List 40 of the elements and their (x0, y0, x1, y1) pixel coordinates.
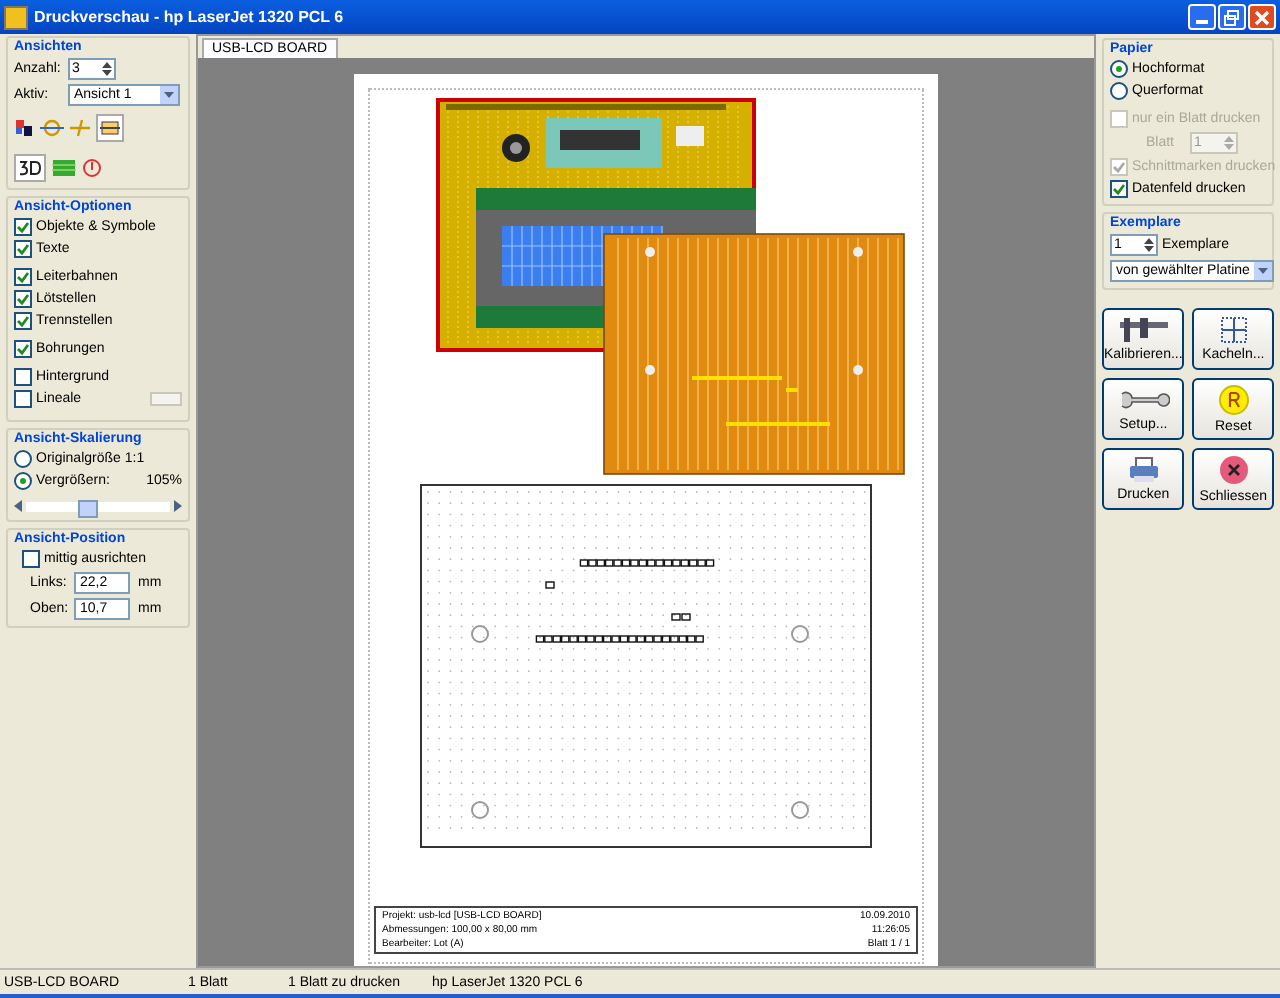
arrow-right-icon[interactable] (172, 500, 182, 512)
layers-icon[interactable] (14, 118, 34, 138)
radio-button[interactable] (1110, 60, 1128, 78)
printer-icon (1127, 456, 1160, 484)
window-title: Druckverschau - hp LaserJet 1320 PCL 6 (34, 8, 346, 26)
tiles-icon (1219, 316, 1248, 344)
board-icon[interactable] (96, 114, 124, 142)
radio-button[interactable] (14, 450, 32, 468)
checkbox[interactable] (14, 240, 32, 258)
spin-arrows-icon[interactable] (102, 62, 112, 76)
dropdown-arrow-icon[interactable] (160, 86, 178, 104)
restore-button[interactable] (1218, 4, 1246, 30)
component-icon[interactable] (40, 118, 64, 138)
checkbox[interactable] (22, 550, 40, 568)
checkbox[interactable] (14, 368, 32, 386)
app-icon (4, 5, 28, 29)
radio-button[interactable] (14, 472, 32, 490)
checkbox[interactable] (14, 218, 32, 236)
wrench-icon (1117, 386, 1170, 414)
zoom-slider[interactable] (14, 498, 182, 514)
checkbox[interactable] (14, 312, 32, 330)
checkbox[interactable] (1110, 180, 1128, 198)
checkbox[interactable] (14, 390, 32, 408)
reset-icon (1217, 384, 1250, 416)
checkbox[interactable] (14, 290, 32, 308)
drill-hole-icon[interactable] (82, 158, 102, 178)
radio-button[interactable] (1110, 82, 1128, 100)
close-icon (1217, 454, 1250, 486)
restore-icon (1224, 9, 1240, 25)
spin-arrows-icon[interactable] (1144, 238, 1154, 252)
caliper-icon (1117, 316, 1170, 344)
close-button[interactable] (1248, 4, 1276, 30)
dropdown-arrow-icon[interactable] (1254, 262, 1272, 280)
close-icon (1254, 9, 1270, 25)
checkbox[interactable] (14, 340, 32, 358)
checkbox[interactable] (14, 268, 32, 286)
minimize-icon (1196, 20, 1208, 24)
minimize-button[interactable] (1188, 4, 1216, 30)
arrow-left-icon[interactable] (14, 500, 24, 512)
3d-view-icon[interactable] (14, 154, 46, 182)
